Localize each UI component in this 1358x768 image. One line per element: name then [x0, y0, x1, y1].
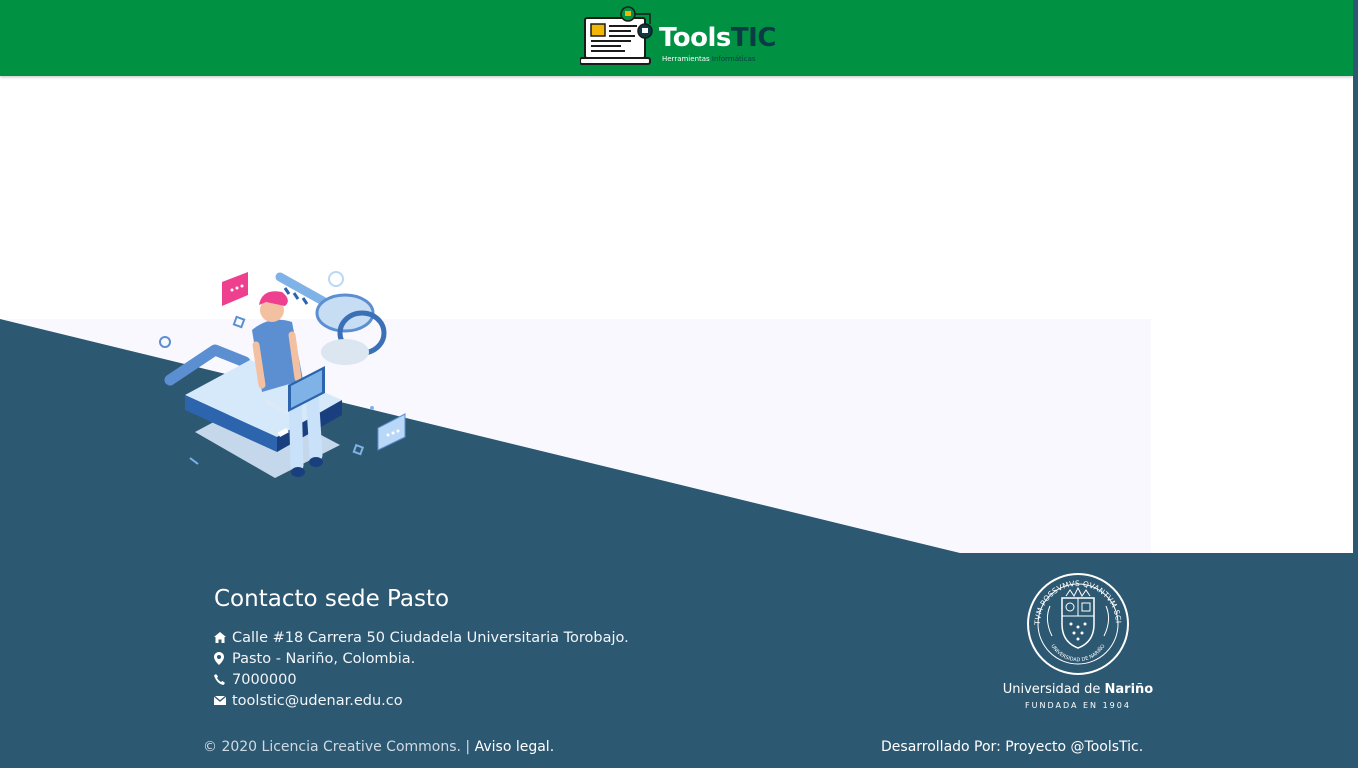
university-logo[interactable]: TANTVM POSSVMVS QVANTVM SCIMVS UNIVERSID… — [997, 565, 1156, 712]
contact-title: Contacto sede Pasto — [214, 586, 450, 612]
contact-phone: 7000000 — [214, 669, 629, 690]
university-name: Universidad de Nariño — [1000, 682, 1156, 697]
svg-text:UNIVERSIDAD DE NARIÑO: UNIVERSIDAD DE NARIÑO — [1049, 643, 1106, 663]
page-scrollbar[interactable] — [1353, 0, 1358, 768]
home-icon — [214, 631, 232, 645]
university-founded: FUNDADA EN 1904 — [1025, 701, 1131, 710]
phone-icon — [214, 673, 232, 687]
location-pin-icon — [214, 652, 232, 666]
email-icon — [214, 694, 232, 708]
contact-address: Calle #18 Carrera 50 Ciudadela Universit… — [214, 627, 629, 648]
contact-address-text: Calle #18 Carrera 50 Ciudadela Universit… — [232, 629, 629, 646]
contact-phone-text: 7000000 — [232, 671, 297, 688]
contact-email: toolstic@udenar.edu.co — [214, 690, 629, 711]
copyright-text: © 2020 Licencia Creative Commons. | — [203, 739, 471, 755]
developed-by: Desarrollado Por: Proyecto @ToolsTic. — [881, 739, 1144, 755]
legal-notice-link[interactable]: Aviso legal. — [475, 739, 555, 755]
university-seal-icon: TANTVM POSSVMVS QVANTVM SCIMVS UNIVERSID… — [997, 565, 1129, 675]
contact-city-text: Pasto - Nariño, Colombia. — [232, 650, 416, 667]
contact-city: Pasto - Nariño, Colombia. — [214, 648, 629, 669]
university-name-bold: Nariño — [1104, 682, 1154, 697]
university-name-prefix: Universidad de — [1002, 682, 1101, 697]
copyright-line: © 2020 Licencia Creative Commons. | Avis… — [203, 739, 554, 755]
contact-email-text[interactable]: toolstic@udenar.edu.co — [232, 693, 403, 709]
contact-list: Calle #18 Carrera 50 Ciudadela Universit… — [214, 627, 629, 711]
